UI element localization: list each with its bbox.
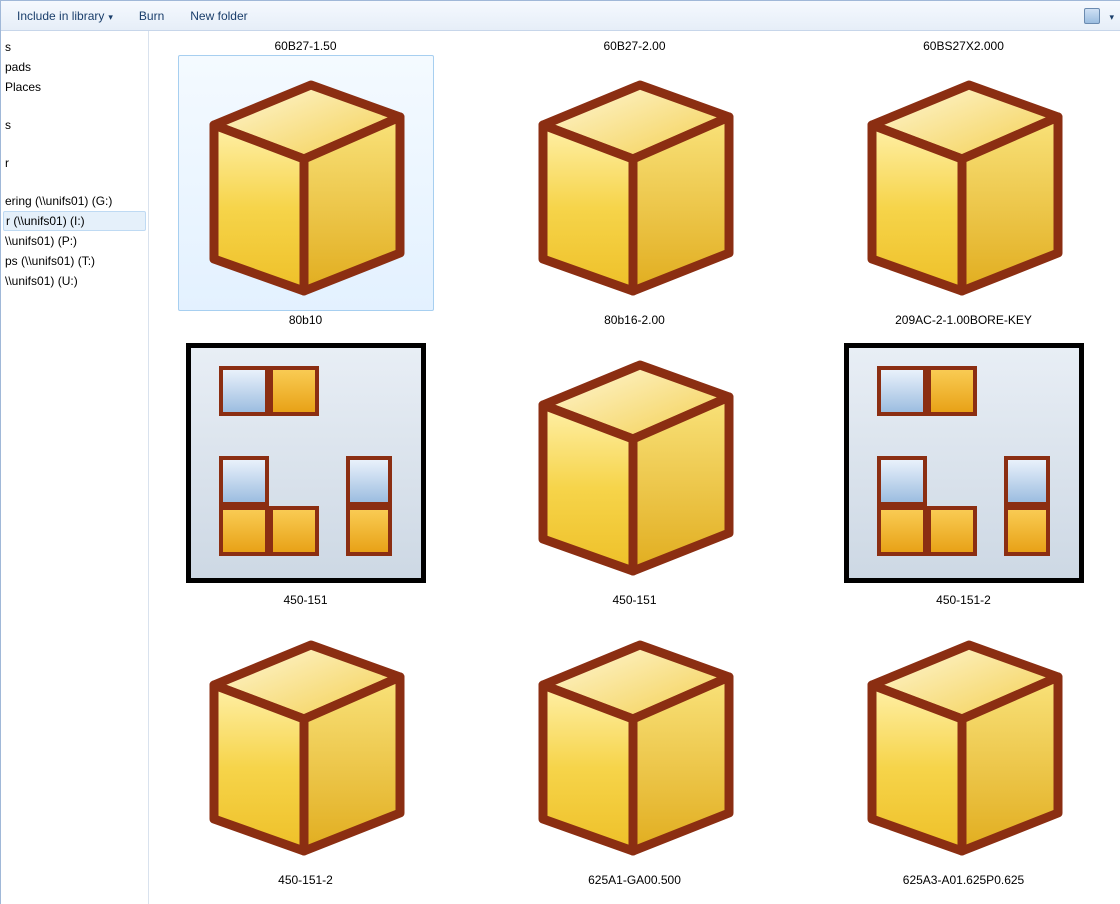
- file-item[interactable]: 60B27-2.00 80b16-2.00: [490, 39, 779, 327]
- file-label-bottom: 450-151: [283, 593, 327, 607]
- view-options-dropdown[interactable]: [1106, 9, 1114, 23]
- file-item[interactable]: 450-151-2: [161, 613, 450, 887]
- file-content-pane: 60B27-1.50 80b10 60B27-2.00 80b16-2.00 60BS2…: [149, 31, 1120, 904]
- cube-icon: [844, 63, 1084, 303]
- file-label-bottom: 450-151-2: [936, 593, 991, 607]
- file-item[interactable]: 450-151: [161, 333, 450, 607]
- file-label-top: 60B27-1.50: [274, 39, 336, 53]
- file-label-top: 60BS27X2.000: [923, 39, 1004, 53]
- sidebar-item[interactable]: ps (\\unifs01) (T:): [1, 251, 148, 271]
- file-thumbnail-assembly[interactable]: [836, 335, 1092, 591]
- file-item[interactable]: 625A3-A01.625P0.625: [819, 613, 1108, 887]
- file-thumbnail-part[interactable]: [507, 55, 763, 311]
- sidebar-item[interactable]: r: [1, 153, 148, 173]
- file-thumbnail-part[interactable]: [507, 335, 763, 591]
- cube-icon: [515, 63, 755, 303]
- sidebar-item[interactable]: s: [1, 115, 148, 135]
- file-label-bottom: 625A3-A01.625P0.625: [903, 873, 1024, 887]
- file-label-bottom: 450-151: [612, 593, 656, 607]
- file-item[interactable]: 450-151: [490, 333, 779, 607]
- cube-icon: [186, 623, 426, 863]
- file-label-bottom: 80b10: [289, 313, 322, 327]
- file-thumbnail-part[interactable]: [836, 615, 1092, 871]
- sidebar-item[interactable]: r (\\unifs01) (I:): [3, 211, 146, 231]
- file-label-bottom: 450-151-2: [278, 873, 333, 887]
- cube-icon: [515, 343, 755, 583]
- cube-icon: [186, 63, 426, 303]
- include-in-library-button[interactable]: Include in library: [7, 5, 123, 27]
- file-item[interactable]: 60B27-1.50 80b10: [161, 39, 450, 327]
- file-label-bottom: 80b16-2.00: [604, 313, 665, 327]
- file-label-bottom: 209AC-2-1.00BORE-KEY: [895, 313, 1032, 327]
- file-item[interactable]: 625A1-GA00.500: [490, 613, 779, 887]
- file-item[interactable]: 450-151-2: [819, 333, 1108, 607]
- assembly-icon: [186, 343, 426, 583]
- sidebar-item[interactable]: s: [1, 37, 148, 57]
- file-thumbnail-part[interactable]: [178, 615, 434, 871]
- file-label-top: 60B27-2.00: [603, 39, 665, 53]
- file-thumbnail-part[interactable]: [178, 55, 434, 311]
- navigation-pane: spadsPlacessrering (\\unifs01) (G:)r (\\…: [1, 31, 149, 904]
- sidebar-item[interactable]: Places: [1, 77, 148, 97]
- sidebar-item[interactable]: ering (\\unifs01) (G:): [1, 191, 148, 211]
- view-options-icon[interactable]: [1084, 8, 1100, 24]
- file-thumbnail-part[interactable]: [836, 55, 1092, 311]
- sidebar-item[interactable]: \\unifs01) (U:): [1, 271, 148, 291]
- toolbar: Include in library Burn New folder: [1, 1, 1120, 31]
- assembly-icon: [844, 343, 1084, 583]
- cube-icon: [515, 623, 755, 863]
- cube-icon: [844, 623, 1084, 863]
- file-item[interactable]: 60BS27X2.000 209AC-2-1.00BORE-KEY: [819, 39, 1108, 327]
- burn-button[interactable]: Burn: [129, 5, 174, 27]
- new-folder-button[interactable]: New folder: [180, 5, 257, 27]
- sidebar-item[interactable]: \\unifs01) (P:): [1, 231, 148, 251]
- file-label-bottom: 625A1-GA00.500: [588, 873, 681, 887]
- sidebar-item[interactable]: pads: [1, 57, 148, 77]
- file-thumbnail-part[interactable]: [507, 615, 763, 871]
- file-thumbnail-assembly[interactable]: [178, 335, 434, 591]
